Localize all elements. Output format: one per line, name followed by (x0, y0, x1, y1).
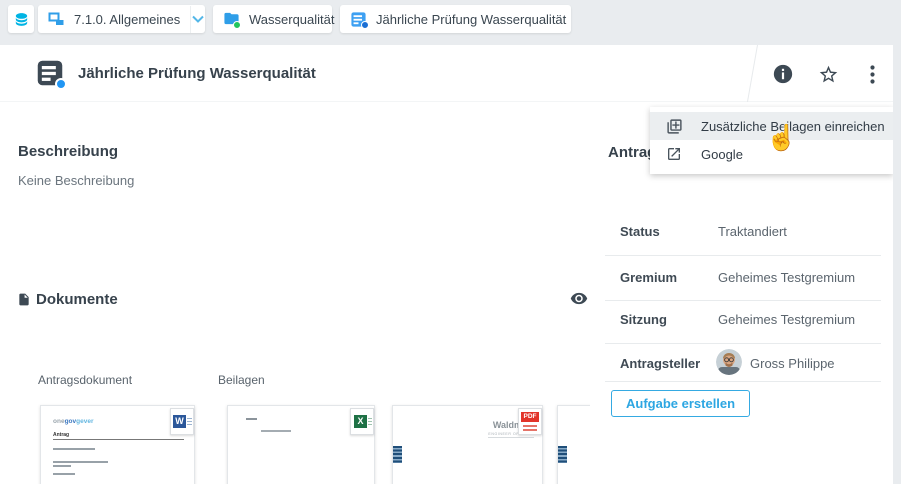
pdf-color-stripes (393, 446, 402, 463)
row-divider (605, 255, 881, 256)
field-label-antragsteller: Antragsteller (620, 356, 700, 371)
group-label-beilagen: Beilagen (218, 373, 265, 387)
doc-text-line (53, 439, 184, 440)
doc-text-line (53, 461, 108, 463)
row-divider (605, 381, 881, 382)
doc-text-line (53, 465, 71, 467)
context-menu: Zusätzliche Beilagen einreichen Google ☝ (650, 107, 893, 174)
submit-attachments-icon (666, 118, 683, 135)
badge-line (187, 418, 192, 419)
description-text: Keine Beschreibung (18, 173, 134, 188)
document-thumbnail-partial[interactable] (557, 405, 590, 484)
card-header: Jährliche Prüfung Wasserqualität (0, 45, 893, 102)
word-badge-letter: W (173, 415, 186, 428)
home-tab[interactable] (8, 5, 34, 33)
top-tab-bar: 7.1.0. Allgemeines Wasserqualität Jährli… (0, 0, 901, 45)
field-value-status: Traktandiert (718, 224, 787, 239)
doc-mini-heading: Antrag (53, 432, 69, 438)
badge-line (368, 418, 372, 419)
folder-icon (223, 11, 240, 28)
avatar (716, 349, 742, 375)
field-label-sitzung: Sitzung (620, 312, 667, 327)
tab-label: Jährliche Prüfung Wasserqualität (376, 12, 566, 27)
external-link-icon (666, 146, 683, 163)
documents-heading: Dokumente (36, 291, 118, 308)
row-divider (605, 343, 881, 344)
proposal-icon-large (36, 59, 64, 87)
kebab-menu-icon[interactable] (860, 62, 884, 86)
excel-badge-letter: X (354, 415, 367, 428)
status-dot (233, 21, 241, 29)
main-card: Jährliche Prüfung Wasserqualität Zusätzl… (0, 45, 893, 484)
menu-item-google[interactable]: Google (650, 140, 893, 168)
chevron-down-icon[interactable] (191, 5, 205, 33)
word-file-badge: W (170, 408, 194, 435)
visibility-eye-icon[interactable] (570, 291, 588, 307)
doc-text-line (53, 473, 75, 475)
field-value-gremium: Geheimes Testgremium (718, 270, 855, 285)
info-icon[interactable] (771, 62, 795, 86)
badge-line (368, 421, 372, 422)
group-label-antragsdokument: Antragsdokument (38, 373, 132, 387)
doc-logo-part: gever (76, 418, 93, 425)
breadcrumb-tab-folder[interactable]: Wasserqualität (213, 5, 332, 33)
doc-logo-part: gov (65, 418, 77, 425)
status-dot (55, 78, 67, 90)
document-thumbnail-excel[interactable]: X (227, 405, 375, 484)
tab-label: Wasserqualität (249, 12, 335, 27)
doc-text-line (261, 430, 291, 432)
page-title: Jährliche Prüfung Wasserqualität (78, 65, 316, 82)
documents-area: Antragsdokument Beilagen onegovgever Ant… (0, 325, 590, 484)
excel-file-badge: X (350, 408, 374, 435)
breadcrumb-tab-dossier[interactable]: 7.1.0. Allgemeines (38, 5, 205, 33)
badge-line (523, 429, 537, 431)
badge-line (368, 424, 372, 425)
doc-text-line (53, 448, 95, 450)
tab-label: 7.1.0. Allgemeines (74, 12, 180, 27)
field-value-sitzung: Geheimes Testgremium (718, 312, 855, 327)
doc-logo-part: one (53, 418, 65, 425)
pdf-color-stripes (558, 446, 567, 463)
status-dot (361, 21, 369, 29)
menu-item-label: Google (701, 147, 743, 162)
field-label-status: Status (620, 224, 660, 239)
favorite-star-icon[interactable] (816, 62, 840, 86)
decorative-slant-divider (747, 45, 758, 102)
document-icon (17, 291, 31, 308)
doc-text-line (246, 418, 257, 420)
field-label-gremium: Gremium (620, 270, 677, 285)
row-divider (605, 300, 881, 301)
database-icon (13, 11, 30, 28)
breadcrumb-tab-proposal[interactable]: Jährliche Prüfung Wasserqualität (340, 5, 571, 33)
document-thumbnail-pdf[interactable]: Waldmann ENGINEER OF LIGHT Bedienungsanl… (392, 405, 543, 484)
description-heading: Beschreibung (18, 143, 118, 160)
pdf-badge-letters: PDF (521, 412, 539, 422)
badge-line (187, 424, 192, 425)
proposal-icon (350, 11, 367, 28)
pdf-file-badge: PDF (518, 408, 542, 435)
badge-line (187, 421, 192, 422)
badge-line (523, 425, 537, 427)
menu-item-submit-attachments[interactable]: Zusätzliche Beilagen einreichen (650, 112, 893, 140)
menu-item-label: Zusätzliche Beilagen einreichen (701, 119, 885, 134)
document-thumbnail-word[interactable]: onegovgever Antrag W (40, 405, 195, 484)
field-value-antragsteller: Gross Philippe (750, 356, 835, 371)
dossier-icon (48, 11, 65, 28)
create-task-button[interactable]: Aufgabe erstellen (611, 390, 750, 417)
